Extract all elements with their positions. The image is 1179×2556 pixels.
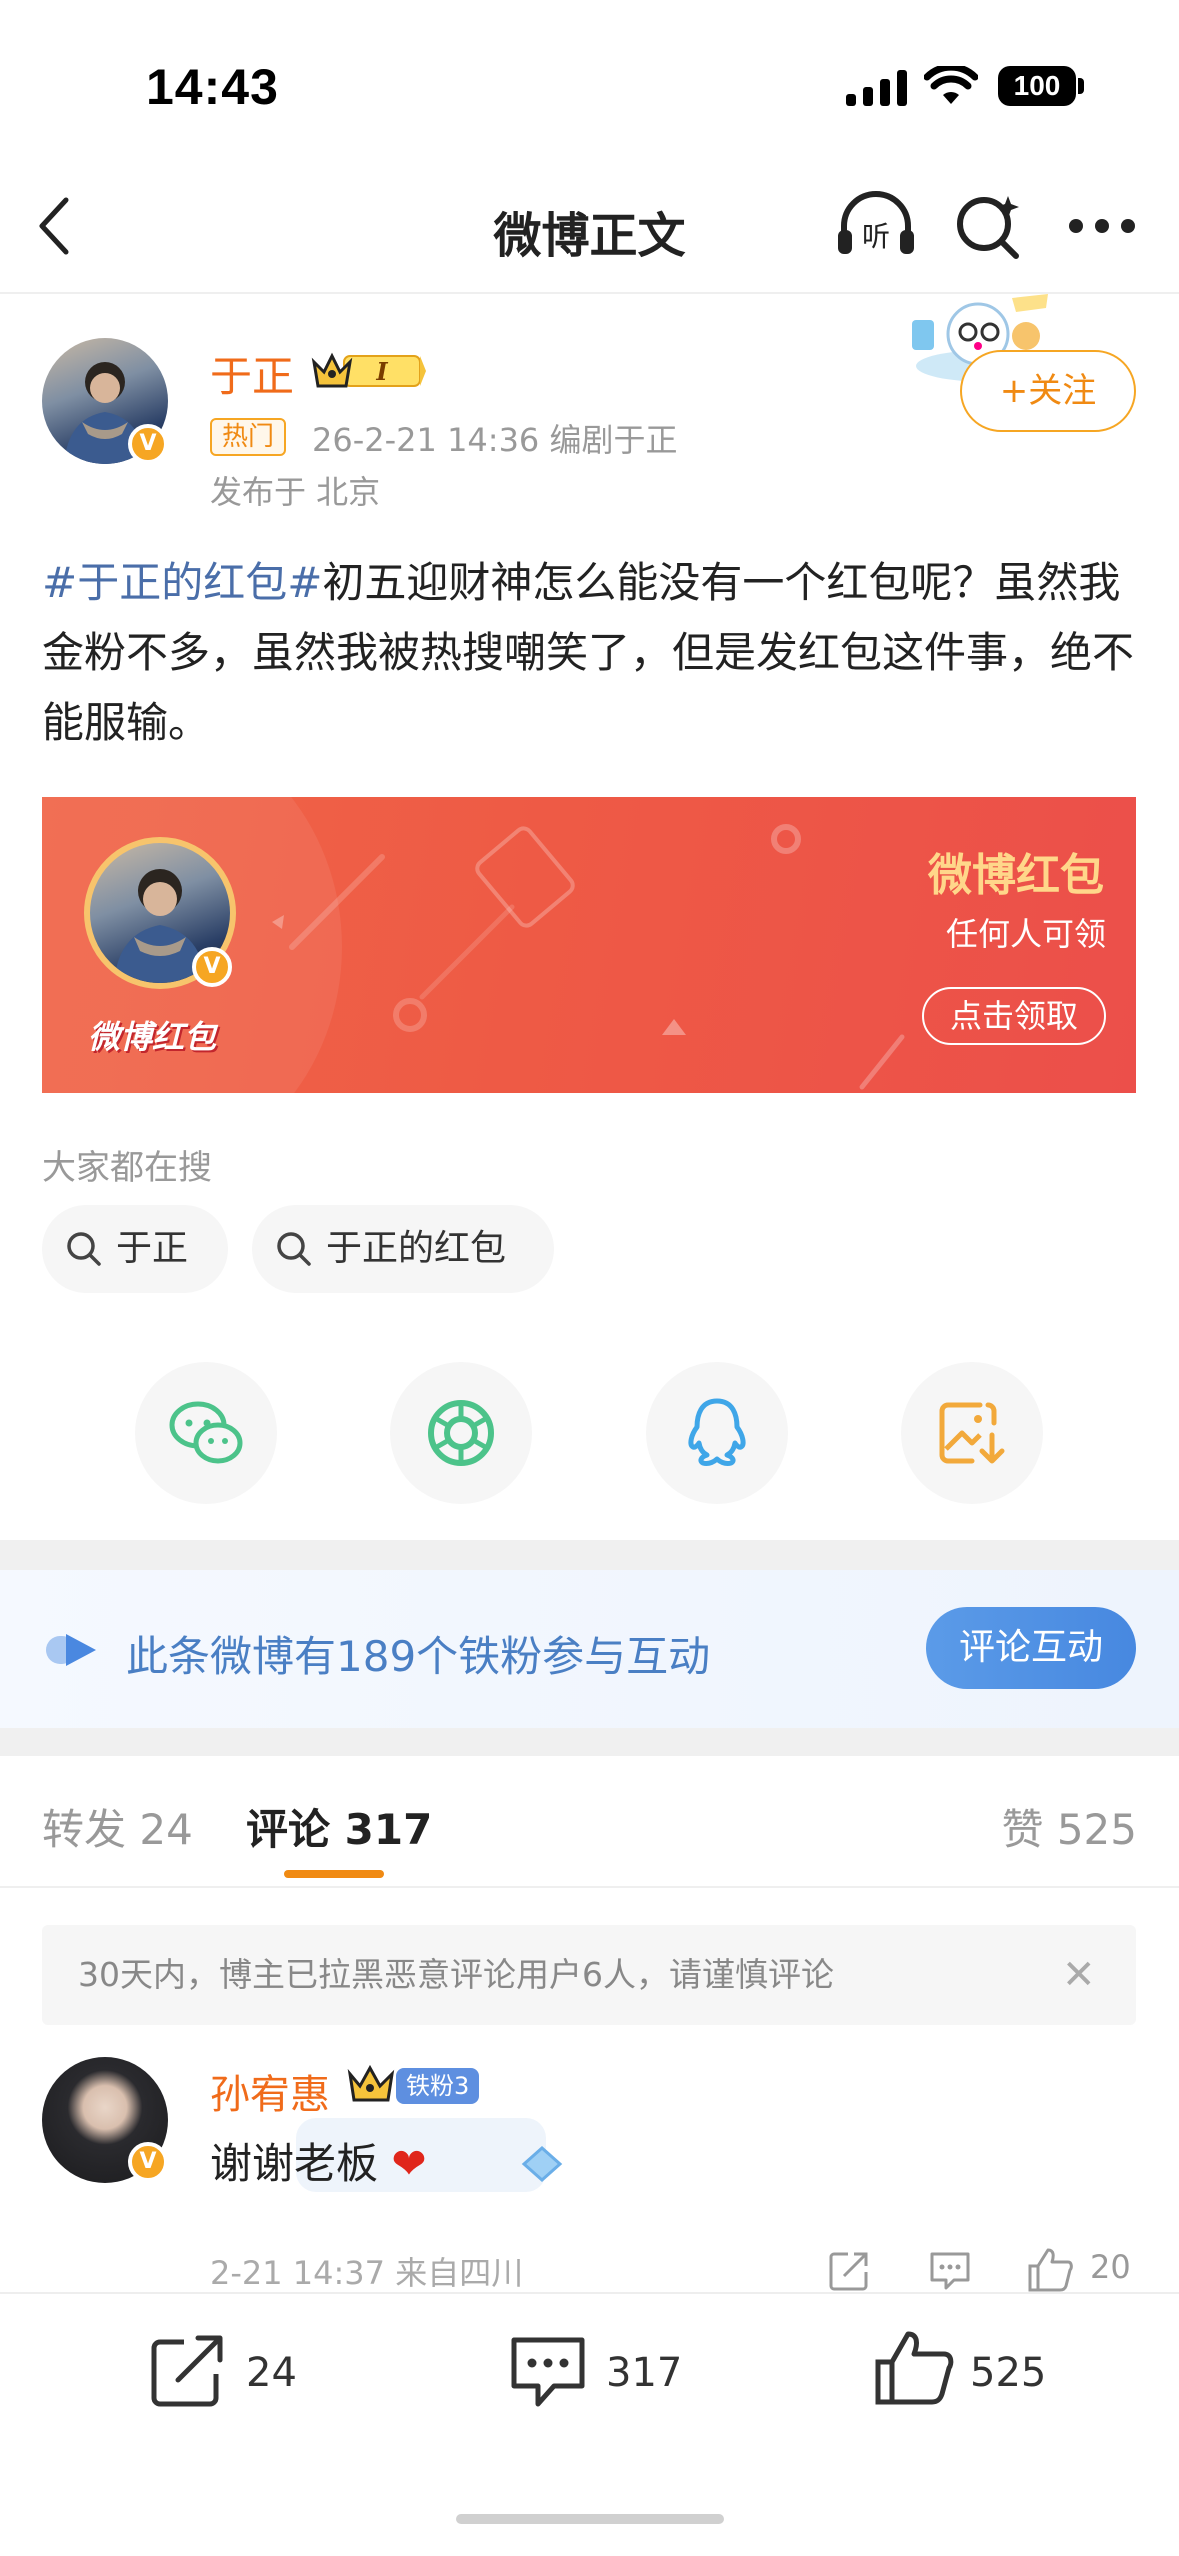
save-image-button[interactable] xyxy=(901,1362,1043,1504)
search-icon xyxy=(277,1232,311,1266)
tabs-divider xyxy=(0,1886,1179,1888)
search-icon[interactable] xyxy=(952,190,1024,266)
heart-icon: ❤ xyxy=(391,2139,427,2188)
post-meta: 26-2-21 14:36 编剧于正 xyxy=(312,421,678,459)
svg-text:I: I xyxy=(375,357,388,386)
share-moments-button[interactable] xyxy=(390,1362,532,1504)
blocklist-notice: 30天内，博主已拉黑恶意评论用户6人，请谨慎评论 xyxy=(42,1925,1136,2025)
comment-interact-button[interactable]: 评论互动 xyxy=(926,1607,1136,1689)
red-packet-subtitle: 任何人可领 xyxy=(945,915,1106,953)
iron-fan-badge: 铁粉3 xyxy=(396,2068,480,2104)
post-location: 发布于 北京 xyxy=(210,473,381,511)
follow-button[interactable]: +关注 xyxy=(960,350,1136,432)
comment-like-icon[interactable] xyxy=(1026,2246,1074,2296)
crown-rank-icon: I xyxy=(310,350,426,392)
topic-link[interactable]: #于正的红包# xyxy=(42,558,322,607)
comment-text-body: 谢谢老板 xyxy=(210,2139,379,2188)
fans-interaction-text: 此条微博有189个铁粉参与互动 xyxy=(126,1632,711,1681)
more-icon[interactable] xyxy=(1068,218,1136,238)
comment-like-count: 20 xyxy=(1090,2248,1131,2286)
repost-icon[interactable] xyxy=(148,2334,228,2414)
active-tab-indicator xyxy=(284,1870,384,1878)
repost-count[interactable]: 24 xyxy=(246,2350,297,2396)
commenter-verified-icon: V xyxy=(128,2142,168,2182)
red-packet-verified-icon: V xyxy=(192,947,232,987)
like-count[interactable]: 525 xyxy=(970,2350,1046,2396)
search-chip-label: 于正 xyxy=(116,1228,189,1269)
post-content: #于正的红包#初五迎财神怎么能没有一个红包呢？虽然我金粉不多，虽然我被热搜嘲笑了… xyxy=(42,548,1142,758)
red-packet-card[interactable]: V 微博红包 微博红包 任何人可领 点击领取 xyxy=(42,797,1136,1093)
section-separator xyxy=(0,1728,1179,1756)
red-packet-title: 微博红包 xyxy=(928,850,1104,901)
home-indicator[interactable] xyxy=(456,2514,724,2524)
wechat-icon xyxy=(169,1401,243,1464)
commenter-crown-icon xyxy=(346,2064,396,2108)
tab-comment[interactable]: 评论 317 xyxy=(246,1796,432,1857)
search-chip-label: 于正的红包 xyxy=(326,1228,507,1269)
search-icon xyxy=(67,1232,101,1266)
like-icon[interactable] xyxy=(872,2328,956,2412)
comment-share-icon[interactable] xyxy=(828,2250,870,2296)
signal-icon xyxy=(846,70,908,110)
commenter-name[interactable]: 孙宥惠 xyxy=(210,2062,330,2120)
status-time: 14:43 xyxy=(146,59,279,115)
battery-icon: 100 xyxy=(998,66,1076,106)
moments-icon xyxy=(428,1400,494,1466)
red-packet-pattern xyxy=(262,797,962,1093)
listen-icon[interactable]: 听 xyxy=(834,190,918,266)
search-chip[interactable]: 于正的红包 xyxy=(252,1205,554,1293)
tab-like[interactable]: 赞 525 xyxy=(1001,1796,1137,1857)
fans-interaction-icon xyxy=(46,1632,102,1672)
claim-button[interactable]: 点击领取 xyxy=(922,987,1106,1045)
comment-icon[interactable] xyxy=(508,2334,588,2414)
qq-icon xyxy=(688,1398,746,1466)
svg-text:听: 听 xyxy=(862,220,890,253)
hot-tag: 热门 xyxy=(210,418,287,456)
trending-search-label: 大家都在搜 xyxy=(42,1148,212,1188)
search-chip[interactable]: 于正 xyxy=(42,1205,228,1293)
battery-tip xyxy=(1078,78,1084,94)
close-icon[interactable]: ✕ xyxy=(1062,1955,1096,1995)
save-image-icon xyxy=(939,1402,1005,1464)
author-name[interactable]: 于正 xyxy=(210,343,294,404)
comment-reply-icon[interactable] xyxy=(928,2250,972,2296)
share-qq-button[interactable] xyxy=(646,1362,788,1504)
section-separator xyxy=(0,1540,1179,1570)
verified-badge-icon: V xyxy=(128,424,168,464)
red-packet-logo: 微博红包 xyxy=(88,1018,217,1056)
tab-repost[interactable]: 转发 24 xyxy=(42,1796,193,1857)
comment-count[interactable]: 317 xyxy=(606,2350,682,2396)
wifi-icon xyxy=(923,63,979,110)
share-wechat-button[interactable] xyxy=(135,1362,277,1504)
comment-meta: 2-21 14:37 来自四川 xyxy=(210,2254,524,2292)
comment-text: 谢谢老板 ❤ xyxy=(210,2130,427,2191)
